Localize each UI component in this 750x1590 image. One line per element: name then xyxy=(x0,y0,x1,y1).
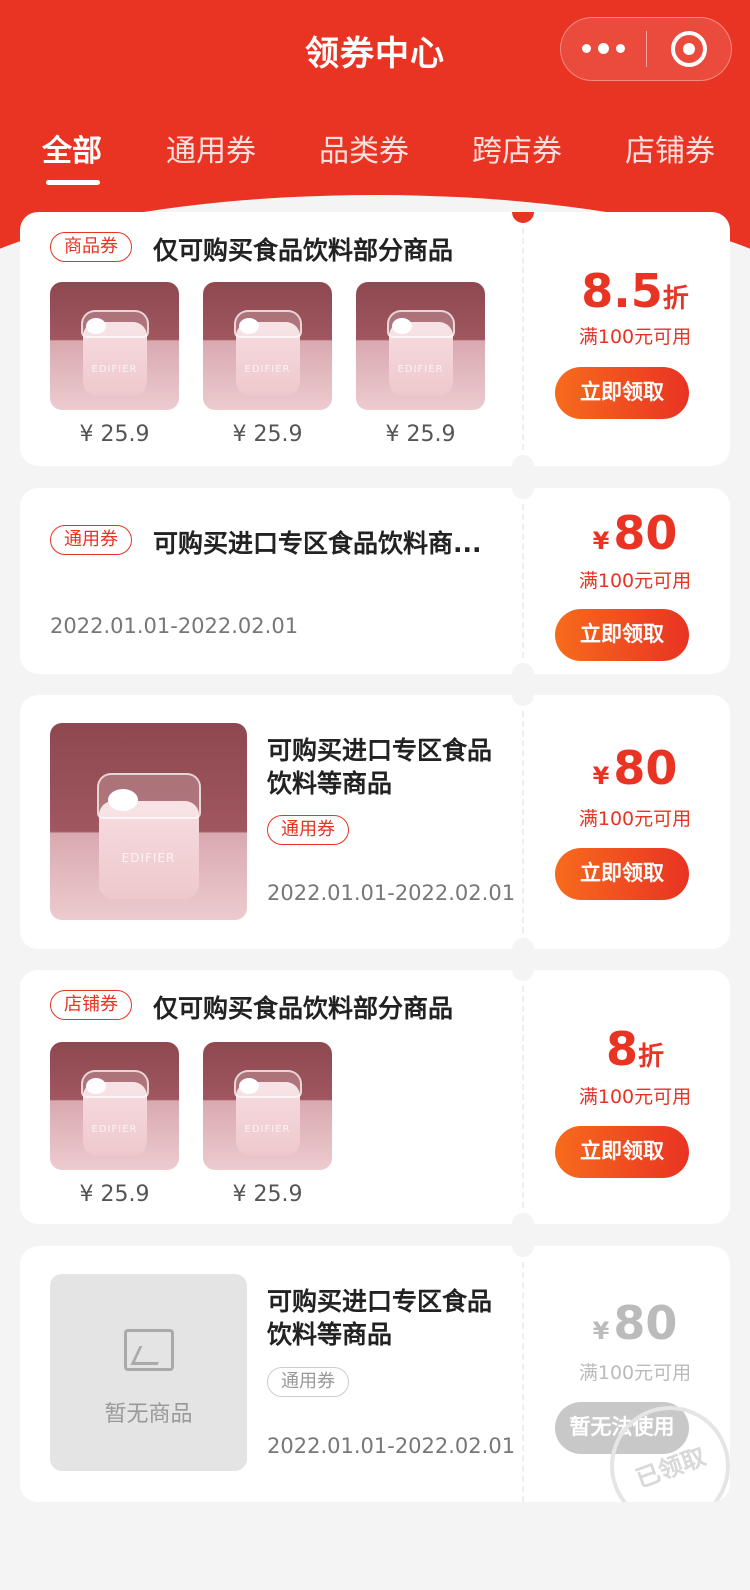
coupon-condition: 满100元可用 xyxy=(578,570,692,592)
coupon-type-tag: 通用券 xyxy=(267,1367,349,1397)
coupon-condition: 满100元可用 xyxy=(578,1086,692,1108)
image-placeholder-icon xyxy=(124,1329,174,1371)
coupon-card: 通用券 可购买进口专区食品饮料商... 2022.01.01-2022.02.0… xyxy=(20,488,730,674)
product-item[interactable]: EDIFIER ¥ 25.9 xyxy=(50,282,179,447)
coupon-type-tag: 商品券 xyxy=(50,232,132,262)
product-price: ¥ 25.9 xyxy=(385,422,456,447)
close-target-icon[interactable] xyxy=(647,31,732,67)
navbar: 领券中心 xyxy=(0,0,750,96)
tab-store[interactable]: 店铺券 xyxy=(625,126,715,170)
coupon-value: ¥80 xyxy=(592,741,678,795)
coupon-type-tag: 通用券 xyxy=(267,815,349,845)
product-image: EDIFIER xyxy=(50,282,179,410)
active-tab-indicator xyxy=(46,180,100,185)
product-image[interactable]: EDIFIER xyxy=(50,723,247,920)
coupon-title-line1: 可购买进口专区食品 xyxy=(267,1287,493,1316)
coupon-card: EDIFIER 可购买进口专区食品 饮料等商品 通用券 2022.01.01-2… xyxy=(20,695,730,949)
product-item[interactable]: EDIFIER ¥ 25.9 xyxy=(203,282,332,447)
product-image: EDIFIER xyxy=(203,1042,332,1170)
product-price: ¥ 25.9 xyxy=(232,1182,303,1207)
coupon-title: 仅可购买食品饮料部分商品 xyxy=(153,236,454,265)
product-item[interactable]: EDIFIER ¥ 25.9 xyxy=(356,282,485,447)
product-item[interactable]: EDIFIER ¥ 25.9 xyxy=(203,1042,332,1207)
coupon-condition: 满100元可用 xyxy=(578,1362,692,1384)
coupon-card: 暂无商品 可购买进口专区食品 饮料等商品 通用券 2022.01.01-2022… xyxy=(20,1246,730,1502)
product-image: EDIFIER xyxy=(356,282,485,410)
coupon-card: 商品券 仅可购买食品饮料部分商品 EDIFIER ¥ 25.9 EDIFIER … xyxy=(20,212,730,466)
claim-button[interactable]: 立即领取 xyxy=(555,609,689,661)
product-image: EDIFIER xyxy=(203,282,332,410)
coupon-value: 8折 xyxy=(605,1022,665,1076)
coupon-condition: 满100元可用 xyxy=(578,326,692,348)
coupon-title-line2: 饮料等商品 xyxy=(267,769,393,798)
claim-button[interactable]: 立即领取 xyxy=(555,1126,689,1178)
tab-category[interactable]: 品类券 xyxy=(319,126,409,170)
coupon-title-line2: 饮料等商品 xyxy=(267,1320,393,1349)
mini-program-capsule xyxy=(560,17,732,81)
coupon-condition: 满100元可用 xyxy=(578,808,692,830)
coupon-title-line1: 可购买进口专区食品 xyxy=(267,736,493,765)
coupon-type-tag: 通用券 xyxy=(50,525,132,555)
claim-button[interactable]: 立即领取 xyxy=(555,367,689,419)
product-price: ¥ 25.9 xyxy=(232,422,303,447)
coupon-title: 可购买进口专区食品饮料商... xyxy=(153,529,482,558)
coupon-value: ¥80 xyxy=(592,1296,678,1350)
coupon-value: 8.5折 xyxy=(581,264,689,318)
coupon-date-range: 2022.01.01-2022.02.01 xyxy=(50,614,299,638)
claim-button[interactable]: 立即领取 xyxy=(555,848,689,900)
tab-cross-store[interactable]: 跨店券 xyxy=(472,126,562,170)
coupon-card: 店铺券 仅可购买食品饮料部分商品 EDIFIER ¥ 25.9 EDIFIER … xyxy=(20,970,730,1224)
product-price: ¥ 25.9 xyxy=(79,1182,150,1207)
coupon-type-tag: 店铺券 xyxy=(50,990,132,1020)
tab-all[interactable]: 全部 xyxy=(42,126,102,170)
tab-general[interactable]: 通用券 xyxy=(166,126,256,170)
product-item[interactable]: EDIFIER ¥ 25.9 xyxy=(50,1042,179,1207)
coupon-date-range: 2022.01.01-2022.02.01 xyxy=(267,1434,516,1458)
coupon-tabs: 全部 通用券 品类券 跨店券 店铺券 xyxy=(0,120,750,190)
coupon-title: 仅可购买食品饮料部分商品 xyxy=(153,994,454,1023)
coupon-value: ¥80 xyxy=(592,506,678,560)
product-image: EDIFIER xyxy=(50,1042,179,1170)
no-product-label: 暂无商品 xyxy=(104,1402,193,1427)
empty-product-placeholder: 暂无商品 xyxy=(50,1274,247,1471)
coupon-date-range: 2022.01.01-2022.02.01 xyxy=(267,881,516,905)
more-icon[interactable] xyxy=(561,43,646,54)
product-price: ¥ 25.9 xyxy=(79,422,150,447)
